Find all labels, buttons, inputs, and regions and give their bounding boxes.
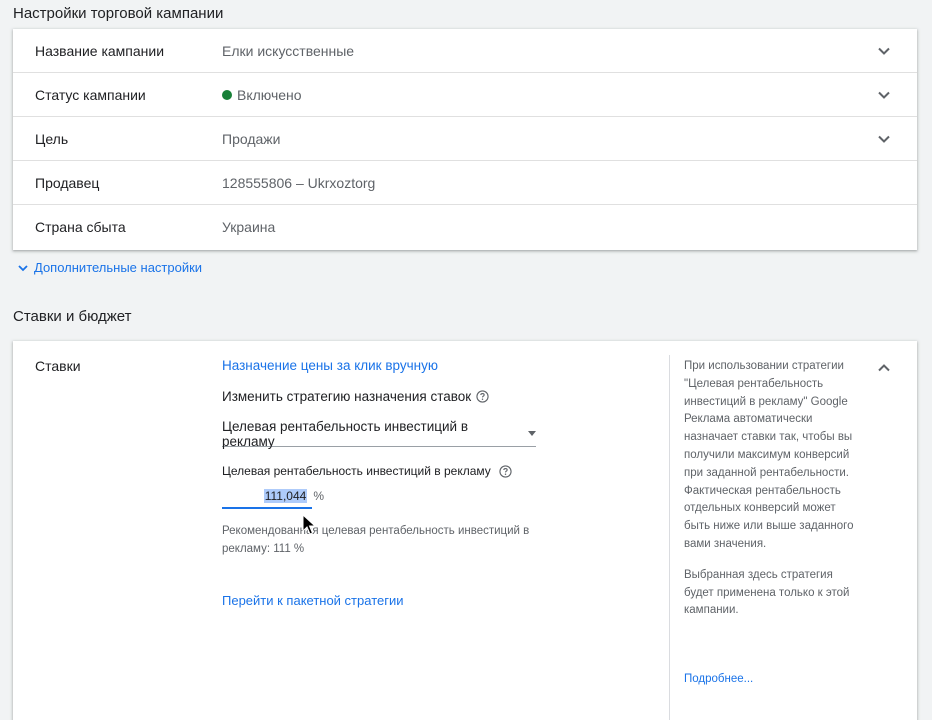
vertical-divider bbox=[669, 355, 670, 720]
chevron-down-icon bbox=[18, 264, 28, 271]
settings-row-merchant: Продавец 128555806 – Ukrxoztorg bbox=[13, 161, 917, 205]
change-strategy-label: Изменить стратегию назначения ставок bbox=[222, 389, 472, 404]
bids-card: Ставки Назначение цены за клик вручную И… bbox=[13, 341, 917, 720]
chevron-down-icon[interactable] bbox=[877, 88, 891, 102]
row-value: Украина bbox=[222, 219, 276, 235]
settings-row-campaign-name[interactable]: Название кампании Елки искусственные bbox=[13, 29, 917, 73]
status-text: Включено bbox=[237, 86, 302, 103]
bids-label: Ставки bbox=[35, 358, 81, 374]
status-dot-icon bbox=[222, 89, 232, 100]
row-label: Страна сбыта bbox=[35, 219, 126, 235]
row-label: Продавец bbox=[35, 174, 100, 191]
settings-row-country: Страна сбыта Украина bbox=[13, 205, 917, 249]
strategy-selected-value: Целевая рентабельность инвестиций в рекл… bbox=[222, 418, 468, 449]
chevron-up-icon[interactable] bbox=[877, 361, 891, 375]
campaign-settings-card: Название кампании Елки искусственные Ста… bbox=[13, 29, 917, 250]
help-icon[interactable] bbox=[476, 390, 489, 403]
target-roas-heading: Целевая рентабельность инвестиций в рекл… bbox=[222, 464, 512, 478]
settings-section-title: Настройки торговой кампании bbox=[13, 5, 224, 22]
chevron-down-icon[interactable] bbox=[877, 132, 891, 146]
chevron-down-icon[interactable] bbox=[877, 44, 891, 58]
row-label: Статус кампании bbox=[35, 86, 146, 103]
row-value: 128555806 – Ukrxoztorg bbox=[222, 174, 376, 191]
target-roas-label: Целевая рентабельность инвестиций в рекл… bbox=[222, 464, 491, 478]
dropdown-caret-icon bbox=[528, 431, 536, 436]
change-strategy-heading: Изменить стратегию назначения ставок bbox=[222, 389, 489, 404]
help-paragraph: При использовании стратегии "Целевая рен… bbox=[684, 360, 854, 550]
settings-row-campaign-status[interactable]: Статус кампании Включено bbox=[13, 73, 917, 117]
row-label: Цель bbox=[35, 130, 69, 147]
recommendation-text: Рекомендованная целевая рентабельность и… bbox=[222, 525, 530, 555]
settings-row-goal[interactable]: Цель Продажи bbox=[13, 117, 917, 161]
portfolio-strategy-link[interactable]: Перейти к пакетной стратегии bbox=[222, 593, 404, 608]
manual-cpc-link[interactable]: Назначение цены за клик вручную bbox=[222, 358, 438, 373]
row-value: Елки искусственные bbox=[222, 42, 355, 59]
row-value: Включено bbox=[222, 87, 302, 103]
strategy-select[interactable]: Целевая рентабельность инвестиций в рекл… bbox=[222, 418, 536, 449]
help-panel: При использовании стратегии "Целевая рен… bbox=[684, 358, 864, 620]
more-settings-label: Дополнительные настройки bbox=[34, 260, 203, 275]
target-roas-input[interactable]: 111,044 % bbox=[222, 485, 324, 509]
row-label: Название кампании bbox=[35, 42, 165, 59]
bids-section-title: Ставки и бюджет bbox=[13, 308, 132, 325]
mouse-cursor-icon bbox=[302, 514, 316, 535]
target-roas-value: 111,044 bbox=[263, 489, 308, 503]
help-icon[interactable] bbox=[499, 464, 512, 478]
row-value: Продажи bbox=[222, 130, 281, 147]
percent-unit: % bbox=[313, 489, 324, 503]
more-settings-link[interactable]: Дополнительные настройки bbox=[17, 260, 202, 275]
learn-more-link[interactable]: Подробнее... bbox=[684, 673, 753, 685]
help-paragraph: Выбранная здесь стратегия будет применен… bbox=[684, 568, 850, 617]
